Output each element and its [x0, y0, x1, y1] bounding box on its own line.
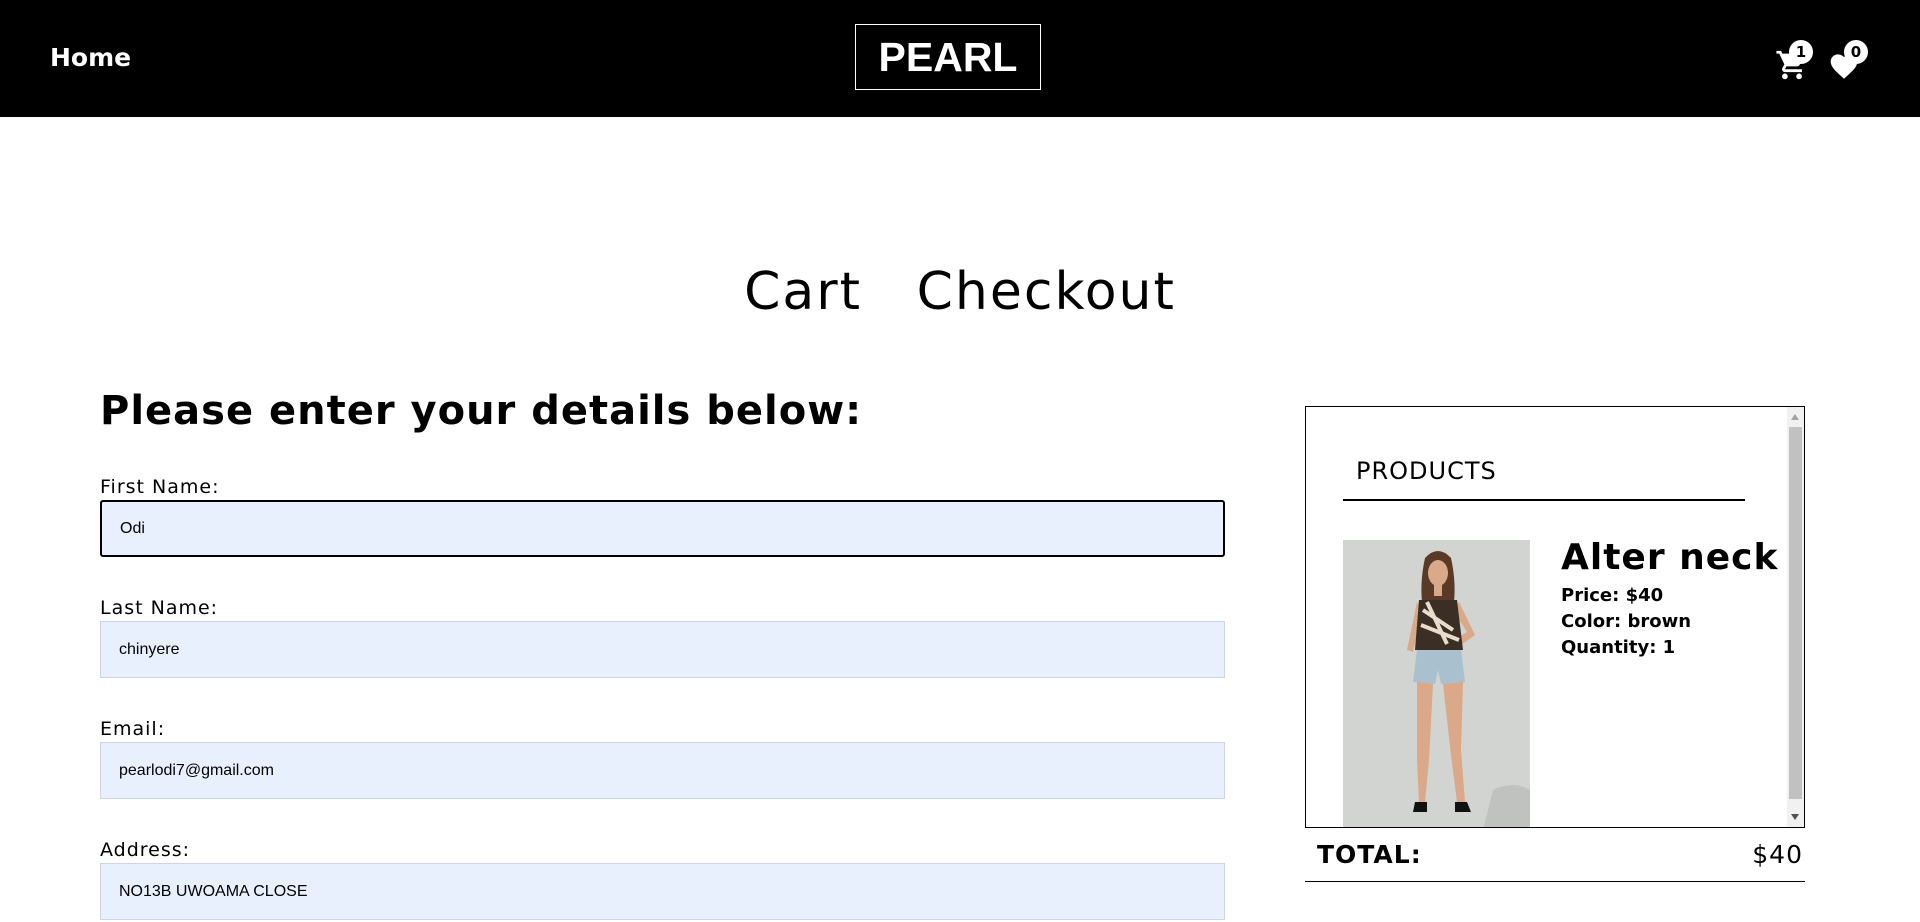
- address-label: Address:: [100, 839, 191, 861]
- product-name: Alter neck: [1561, 537, 1779, 578]
- first-name-label: First Name:: [100, 476, 220, 498]
- product-image: [1343, 540, 1530, 827]
- products-divider: [1343, 499, 1745, 501]
- products-title: PRODUCTS: [1356, 457, 1497, 485]
- home-link[interactable]: Home: [50, 43, 131, 72]
- product-price: Price: $40: [1561, 585, 1664, 606]
- last-name-label: Last Name:: [100, 597, 219, 619]
- top-nav-bar: Home PEARL 1 0: [0, 0, 1920, 117]
- email-field[interactable]: [100, 742, 1225, 799]
- product-quantity: Quantity: 1: [1561, 637, 1676, 658]
- address-field[interactable]: [100, 863, 1225, 920]
- tab-checkout[interactable]: Checkout: [917, 262, 1176, 322]
- total-row: TOTAL: $40: [1305, 840, 1805, 882]
- summary-scrollbar[interactable]: [1787, 407, 1804, 827]
- last-name-field[interactable]: [100, 621, 1225, 678]
- wishlist-count-badge: 0: [1844, 40, 1868, 64]
- total-label: TOTAL:: [1317, 840, 1422, 869]
- tab-cart[interactable]: Cart: [744, 262, 862, 322]
- logo[interactable]: PEARL: [855, 24, 1041, 90]
- email-label: Email:: [100, 718, 166, 740]
- cart-checkout-tabs: Cart Checkout: [0, 262, 1920, 322]
- first-name-field[interactable]: [100, 500, 1225, 557]
- form-heading: Please enter your details below:: [100, 388, 863, 434]
- cart-count-badge: 1: [1789, 40, 1813, 64]
- scroll-up-icon[interactable]: [1791, 414, 1799, 420]
- scroll-down-icon[interactable]: [1791, 814, 1799, 820]
- order-summary-panel[interactable]: PRODUCTS Alter neck Price: $40 Color: br…: [1305, 406, 1805, 828]
- scroll-thumb[interactable]: [1789, 427, 1802, 799]
- total-value: $40: [1752, 840, 1803, 869]
- product-color: Color: brown: [1561, 611, 1692, 632]
